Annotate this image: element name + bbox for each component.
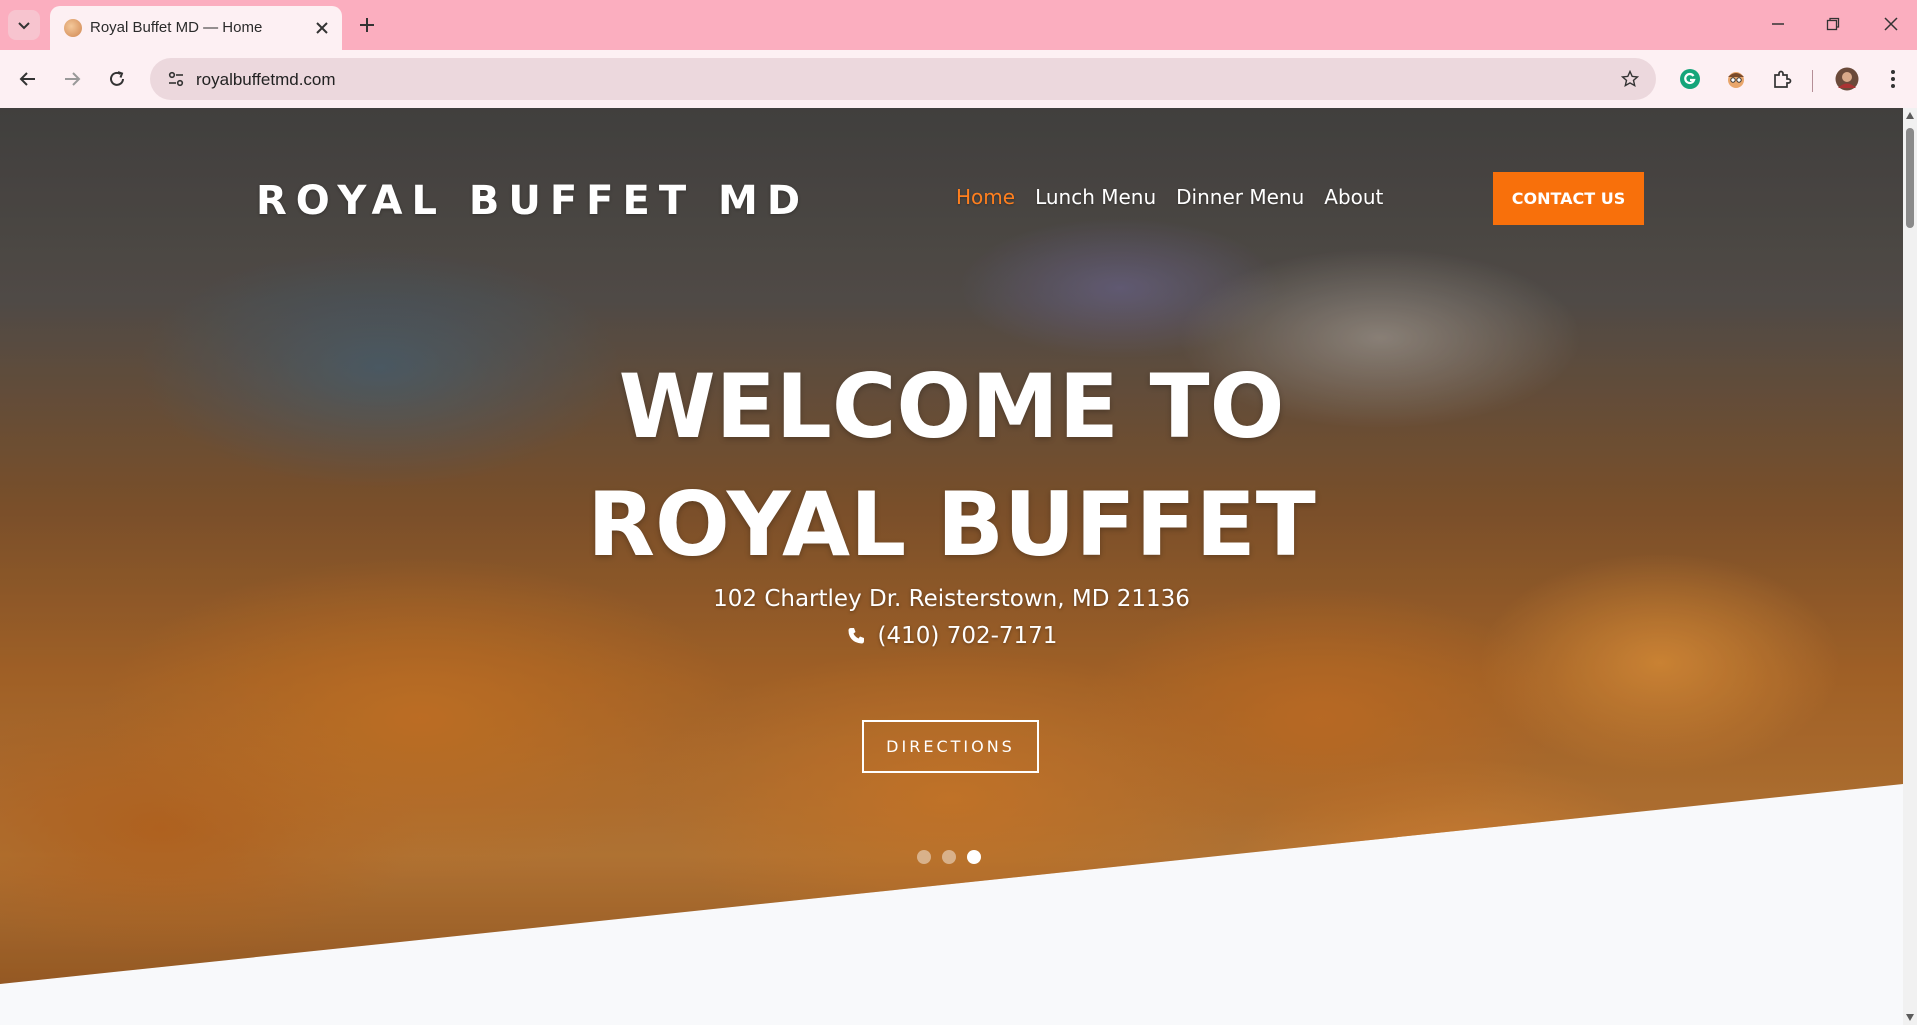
hero-slider: ROYAL BUFFET MD Home Lunch Menu Dinner M… [0, 108, 1903, 984]
phone-number[interactable]: (410) 702-7171 [878, 623, 1058, 649]
minimize-button[interactable] [1760, 8, 1796, 40]
tab-close-button[interactable] [310, 16, 334, 40]
restore-button[interactable] [1815, 8, 1851, 40]
reload-icon [110, 71, 124, 86]
forward-button[interactable] [56, 63, 88, 95]
page-viewport: ROYAL BUFFET MD Home Lunch Menu Dinner M… [0, 108, 1917, 1025]
slide-dot-2[interactable] [942, 850, 956, 864]
address-bar[interactable]: royalbuffetmd.com [150, 58, 1656, 100]
tune-icon [168, 71, 184, 87]
close-icon [1884, 17, 1898, 31]
face-icon [1728, 72, 1744, 88]
headline-line-2: ROYAL BUFFET [587, 473, 1316, 576]
plus-icon [360, 18, 374, 32]
minimize-icon [1772, 23, 1784, 25]
more-vertical-icon [1891, 70, 1895, 88]
site-favicon-icon [64, 19, 82, 37]
url-text: royalbuffetmd.com [196, 70, 336, 89]
headline-line-1: WELCOME TO [618, 355, 1285, 458]
hero-headline: WELCOME TO ROYAL BUFFET [0, 348, 1903, 584]
close-icon [316, 22, 328, 34]
tab-strip: Royal Buffet MD — Home [0, 0, 1917, 50]
scroll-thumb[interactable] [1906, 128, 1914, 228]
close-window-button[interactable] [1873, 8, 1909, 40]
active-tab[interactable]: Royal Buffet MD — Home [50, 6, 342, 50]
site-logo[interactable]: ROYAL BUFFET MD [256, 178, 809, 224]
nav-item-lunch-menu[interactable]: Lunch Menu [1035, 185, 1156, 209]
contact-us-button[interactable]: CONTACT US [1493, 172, 1644, 225]
main-nav: Home Lunch Menu Dinner Menu About [956, 185, 1383, 209]
nav-item-home[interactable]: Home [956, 185, 1015, 209]
star-icon [1621, 70, 1639, 88]
browser-toolbar: royalbuffetmd.com [0, 50, 1917, 108]
extensions-button[interactable] [1766, 63, 1798, 95]
slider-pagination [917, 850, 981, 864]
avatar [1835, 67, 1859, 91]
tab-search-button[interactable] [8, 10, 40, 40]
bookmark-button[interactable] [1614, 63, 1646, 95]
browser-menu-button[interactable] [1877, 63, 1909, 95]
restore-icon [1826, 17, 1840, 31]
nav-item-dinner-menu[interactable]: Dinner Menu [1176, 185, 1304, 209]
phone-row: (410) 702-7171 [0, 623, 1903, 649]
nav-item-about[interactable]: About [1324, 185, 1383, 209]
arrow-left-icon [19, 72, 35, 86]
grammarly-icon [1680, 69, 1700, 89]
phone-icon [848, 628, 864, 644]
tab-title: Royal Buffet MD — Home [90, 19, 263, 36]
toolbar-separator [1812, 70, 1813, 92]
grammarly-extension-button[interactable] [1674, 63, 1706, 95]
new-tab-button[interactable] [352, 10, 382, 40]
address-text: 102 Chartley Dr. Reisterstown, MD 21136 [713, 586, 1190, 612]
site-info-button[interactable] [160, 63, 192, 95]
slide-dot-1[interactable] [917, 850, 931, 864]
scroll-down-arrow-icon[interactable] [1906, 1014, 1914, 1021]
reload-button[interactable] [101, 63, 133, 95]
puzzle-icon [1774, 70, 1792, 88]
scroll-up-arrow-icon[interactable] [1906, 112, 1914, 119]
slide-dot-3[interactable] [967, 850, 981, 864]
page-scrollbar[interactable] [1903, 108, 1917, 1025]
arrow-right-icon [65, 72, 81, 86]
back-button[interactable] [12, 63, 44, 95]
directions-button[interactable]: DIRECTIONS [862, 720, 1039, 773]
profile-button[interactable] [1831, 63, 1863, 95]
face-extension-button[interactable] [1720, 63, 1752, 95]
chevron-down-icon [18, 22, 30, 30]
